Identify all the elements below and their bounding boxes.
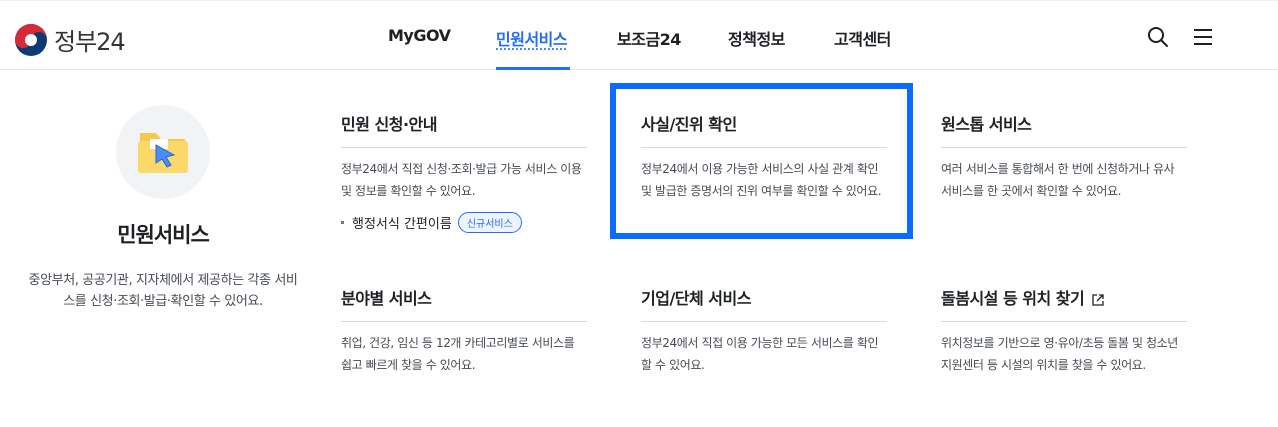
intro-description: 중앙부처, 공공기관, 지자체에서 제공하는 각종 서비스를 신청·조회·발급·… — [28, 273, 298, 309]
nav-customer-center[interactable]: 고객센터 — [834, 26, 891, 50]
folder-cursor-icon — [138, 133, 188, 173]
card-category-service[interactable]: 분야별 서비스 취업, 건강, 임신 등 12개 카테고리별로 서비스를 쉽고 … — [341, 285, 587, 376]
card-description: 위치정보를 기반으로 영·유아/초등 돌봄 및 청소년 지원센터 등 시설의 위… — [941, 336, 1178, 372]
intro-title: 민원서비스 — [117, 223, 210, 247]
menu-icon[interactable] — [1191, 25, 1215, 49]
active-nav-indicator — [496, 67, 570, 70]
global-header: 정부24 MyGOV 민원서비스 보조금24 정책정보 고객센터 — [0, 0, 1278, 70]
highlight-box — [610, 83, 913, 239]
external-link-icon — [1092, 293, 1104, 306]
card-business-service[interactable]: 기업/단체 서비스 정부24에서 직접 이용 가능한 모든 서비스를 확인할 수… — [641, 285, 887, 376]
card-care-facility-finder[interactable]: 돌봄시설 등 위치 찾기 위치정보를 기반으로 영·유아/초등 돌봄 및 청소년… — [941, 285, 1187, 376]
card-title: 원스톱 서비스 — [941, 111, 1187, 148]
new-service-badge: 신규서비스 — [457, 212, 522, 233]
card-description: 정부24에서 직접 이용 가능한 모든 서비스를 확인할 수 있어요. — [641, 336, 879, 372]
taeguk-logo-icon — [15, 23, 47, 56]
nav-civil-service-label: 민원서비스 — [496, 30, 568, 49]
nav-civil-service[interactable]: 민원서비스 — [496, 26, 568, 50]
civil-service-intro: 민원서비스 중앙부처, 공공기관, 지자체에서 제공하는 각종 서비스를 신청·… — [18, 105, 308, 312]
nav-policy-info[interactable]: 정책정보 — [728, 26, 785, 50]
intro-icon-circle — [116, 105, 210, 199]
card-title: 민원 신청·안내 — [341, 111, 587, 148]
card-description: 취업, 건강, 임신 등 12개 카테고리별로 서비스를 쉽고 빠르게 찾을 수… — [341, 336, 575, 372]
card-one-stop-service[interactable]: 원스톱 서비스 여러 서비스를 통합해서 한 번에 신청하거나 유사 서비스를 … — [941, 111, 1187, 202]
site-logo[interactable]: 정부24 — [14, 22, 126, 57]
bullet-icon — [341, 221, 344, 224]
nav-mygov[interactable]: MyGOV — [388, 26, 451, 45]
logo-text: 정부24 — [54, 28, 126, 56]
search-icon[interactable] — [1146, 25, 1170, 49]
card-civil-application[interactable]: 민원 신청·안내 정부24에서 직접 신청·조회·발급 가능 서비스 이용 및 … — [341, 111, 587, 233]
form-simple-name-link[interactable]: 행정서식 간편이름 신규서비스 — [341, 212, 587, 233]
card-description: 여러 서비스를 통합해서 한 번에 신청하거나 유사 서비스를 한 곳에서 확인… — [941, 162, 1175, 198]
card-title: 돌봄시설 등 위치 찾기 — [941, 289, 1085, 308]
link-label: 행정서식 간편이름 — [352, 217, 452, 232]
nav-subsidy24[interactable]: 보조금24 — [617, 26, 681, 50]
card-title: 분야별 서비스 — [341, 285, 587, 322]
card-description: 정부24에서 직접 신청·조회·발급 가능 서비스 이용 및 정보를 확인할 수… — [341, 162, 582, 198]
card-title: 기업/단체 서비스 — [641, 285, 887, 322]
card-title-row: 돌봄시설 등 위치 찾기 — [941, 285, 1187, 322]
